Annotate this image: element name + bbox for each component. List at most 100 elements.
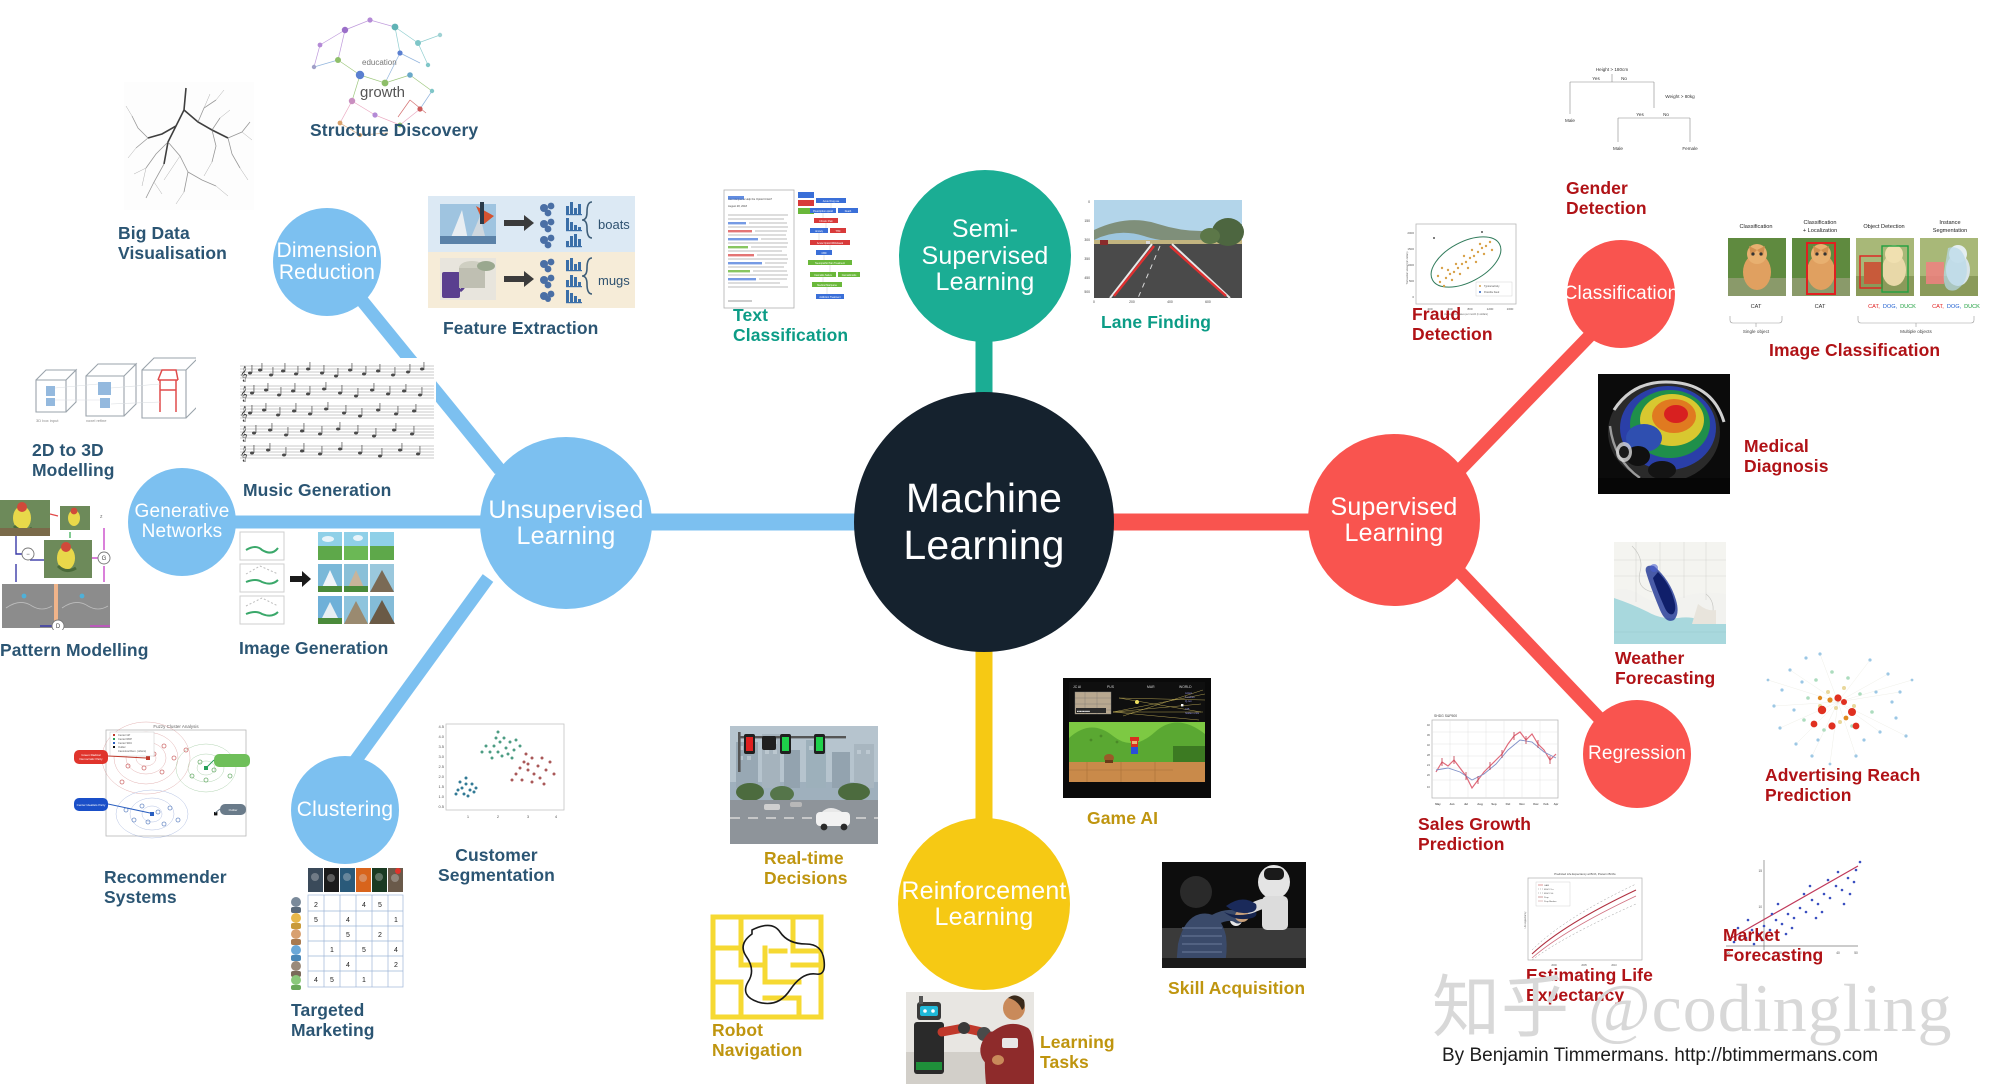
- svg-text:1600: 1600: [1507, 307, 1514, 311]
- svg-text:Center Idealists Party: Center Idealists Party: [77, 803, 106, 807]
- svg-text:MAR: MAR: [1147, 685, 1155, 689]
- caption-customer-segmentation: Customer Segmentation: [438, 845, 555, 886]
- svg-text:May: May: [1435, 802, 1441, 806]
- svg-text:5: 5: [378, 902, 382, 909]
- caption-advertising-reach-prediction: Advertising Reach Prediction: [1765, 765, 1921, 806]
- svg-text:Prop: Prop: [1544, 896, 1549, 899]
- svg-text:5: 5: [330, 977, 334, 984]
- svg-text:No: No: [1663, 112, 1669, 117]
- svg-text:JC AI: JC AI: [1073, 685, 1081, 689]
- svg-text:600: 600: [1205, 300, 1211, 304]
- node-dimension-reduction[interactable]: Dimension Reduction: [273, 208, 381, 316]
- svg-text:G: G: [102, 556, 107, 562]
- svg-text:Sep: Sep: [1491, 802, 1496, 806]
- svg-text:DUCK: DUCK: [1900, 304, 1916, 310]
- svg-text:■■■■■■■■■: ■■■■■■■■■: [1077, 710, 1091, 713]
- svg-text:Center GP: Center GP: [118, 733, 131, 737]
- svg-text:350: 350: [1084, 257, 1090, 261]
- caption-music-generation: Music Generation: [243, 480, 392, 500]
- svg-text:32: 32: [1427, 743, 1431, 747]
- thumb-customer-segmentation: 4.5 4.0 3.5 3.0 2.5 2.0 1.5 1.0 0.5 1 2 3 4: [428, 720, 568, 830]
- caption-weather-forecasting: Weather Forecasting: [1615, 648, 1716, 689]
- watermark: 知乎 @codingling: [1432, 970, 1953, 1046]
- svg-text:500: 500: [1409, 279, 1414, 283]
- svg-text:4.0: 4.0: [438, 734, 444, 739]
- caption-lane-finding: Lane Finding: [1101, 312, 1212, 332]
- svg-text:PUS: PUS: [1107, 685, 1115, 689]
- svg-text:Nov: Nov: [1519, 802, 1525, 806]
- svg-text:Anxiety: Anxiety: [815, 230, 824, 233]
- thumb-robot-navigation: [708, 912, 826, 1022]
- svg-text:2: 2: [378, 932, 382, 939]
- svg-text:CBD: CBD: [821, 252, 826, 255]
- svg-text:1: 1: [362, 977, 366, 984]
- structure-discovery-keyword: growth: [360, 84, 405, 101]
- svg-text:450: 450: [1084, 276, 1090, 280]
- svg-text:150: 150: [1084, 219, 1090, 223]
- node-classification-label: Classification: [1563, 282, 1679, 304]
- thumb-medical-diagnosis: [1598, 374, 1730, 494]
- svg-text:475: 475: [1185, 707, 1190, 711]
- node-semi-supervised-learning[interactable]: Semi- Supervised Learning: [899, 170, 1071, 342]
- caption-real-time-decisions: Real-time Decisions: [764, 848, 848, 889]
- caption-medical-diagnosis: Medical Diagnosis: [1744, 436, 1829, 477]
- thumb-lane-finding: 0 150 300 350 450 500 0 200 400 600: [1080, 196, 1246, 306]
- caption-targeted-marketing: Targeted Marketing: [291, 1000, 375, 1041]
- svg-text:DOG,: DOG,: [1947, 304, 1962, 310]
- svg-text:2.5: 2.5: [438, 764, 444, 769]
- svg-text:40: 40: [1427, 723, 1431, 727]
- svg-text:2000: 2000: [1407, 231, 1414, 235]
- svg-text:Object Detection: Object Detection: [1863, 224, 1904, 230]
- node-supervised-learning-label: Supervised Learning: [1330, 492, 1458, 547]
- mindmap-canvas: Machine Learning Semi- Supervised Learni…: [0, 0, 1989, 1084]
- svg-text:3.5: 3.5: [438, 744, 444, 749]
- svg-text:5: 5: [362, 947, 366, 954]
- caption-fraud-detection: Fraud Detection: [1412, 304, 1493, 345]
- svg-text:D: D: [56, 624, 61, 630]
- svg-text:36: 36: [1427, 733, 1431, 737]
- center-line-1: Machine: [905, 475, 1063, 522]
- svg-text:28: 28: [1427, 753, 1431, 757]
- caption-pattern-modelling: Pattern Modelling: [0, 640, 149, 660]
- node-supervised-learning[interactable]: Supervised Learning: [1308, 434, 1480, 606]
- node-generative-networks[interactable]: Generative Networks: [128, 468, 236, 576]
- caption-recommender-systems: Recommender Systems: [104, 867, 227, 908]
- svg-text:200: 200: [1129, 300, 1135, 304]
- thumb-game-ai: JC AI PUS MAR WORLD ■■■■■■■■■ Action 6 value…: [1063, 678, 1211, 798]
- svg-text:THC: THC: [836, 230, 841, 233]
- svg-text:Chronic Pain: Chronic Pain: [819, 220, 833, 223]
- node-machine-learning[interactable]: Machine Learning: [854, 392, 1114, 652]
- node-reinforcement-learning[interactable]: Reinforcement Learning: [898, 818, 1070, 990]
- node-clustering[interactable]: Clustering: [291, 756, 399, 864]
- svg-text:Cannabinoids: Cannabinoids: [842, 274, 857, 277]
- svg-text:GAM: GAM: [1544, 884, 1549, 887]
- svg-text:Fuzzy Cluster Analysis: Fuzzy Cluster Analysis: [153, 724, 199, 729]
- feature-extraction-label-mugs: mugs: [598, 273, 630, 288]
- caption-gender-detection: Gender Detection: [1566, 178, 1647, 219]
- svg-text:MGCV Hi: MGCV Hi: [1544, 893, 1554, 895]
- svg-text:Prescription opioid: Prescription opioid: [813, 210, 833, 213]
- thumb-skill-acquisition: [1162, 862, 1306, 968]
- svg-text:SHDG S&P500: SHDG S&P500: [1434, 714, 1457, 718]
- node-classification[interactable]: Classification: [1564, 240, 1678, 348]
- caption-big-data-visualisation: Big Data Visualisation: [118, 223, 227, 264]
- svg-text:𝄞: 𝄞: [240, 426, 248, 442]
- node-unsupervised-learning[interactable]: Unsupervised Learning: [480, 437, 652, 609]
- caption-robot-navigation: Robot Navigation: [712, 1020, 803, 1061]
- thumb-advertising-reach-prediction: [1760, 640, 1920, 770]
- svg-text:−: −: [26, 552, 30, 558]
- svg-text:Male: Male: [1565, 118, 1575, 123]
- svg-text:Dec: Dec: [1533, 802, 1539, 806]
- svg-text:4: 4: [362, 902, 366, 909]
- svg-text:Feb: Feb: [1544, 802, 1549, 806]
- node-regression[interactable]: Regression: [1583, 700, 1691, 808]
- svg-text:20: 20: [1427, 773, 1431, 777]
- svg-text:5: 5: [314, 917, 318, 924]
- svg-text:Segmentation: Segmentation: [1933, 228, 1968, 234]
- svg-text:z: z: [100, 514, 103, 520]
- thumb-image-generation: [238, 530, 396, 630]
- caption-text-classification: Text Classification: [733, 305, 849, 346]
- svg-text:1: 1: [467, 814, 470, 819]
- svg-text:DUCK: DUCK: [1964, 304, 1980, 310]
- thumb-weather-forecasting: [1614, 542, 1726, 644]
